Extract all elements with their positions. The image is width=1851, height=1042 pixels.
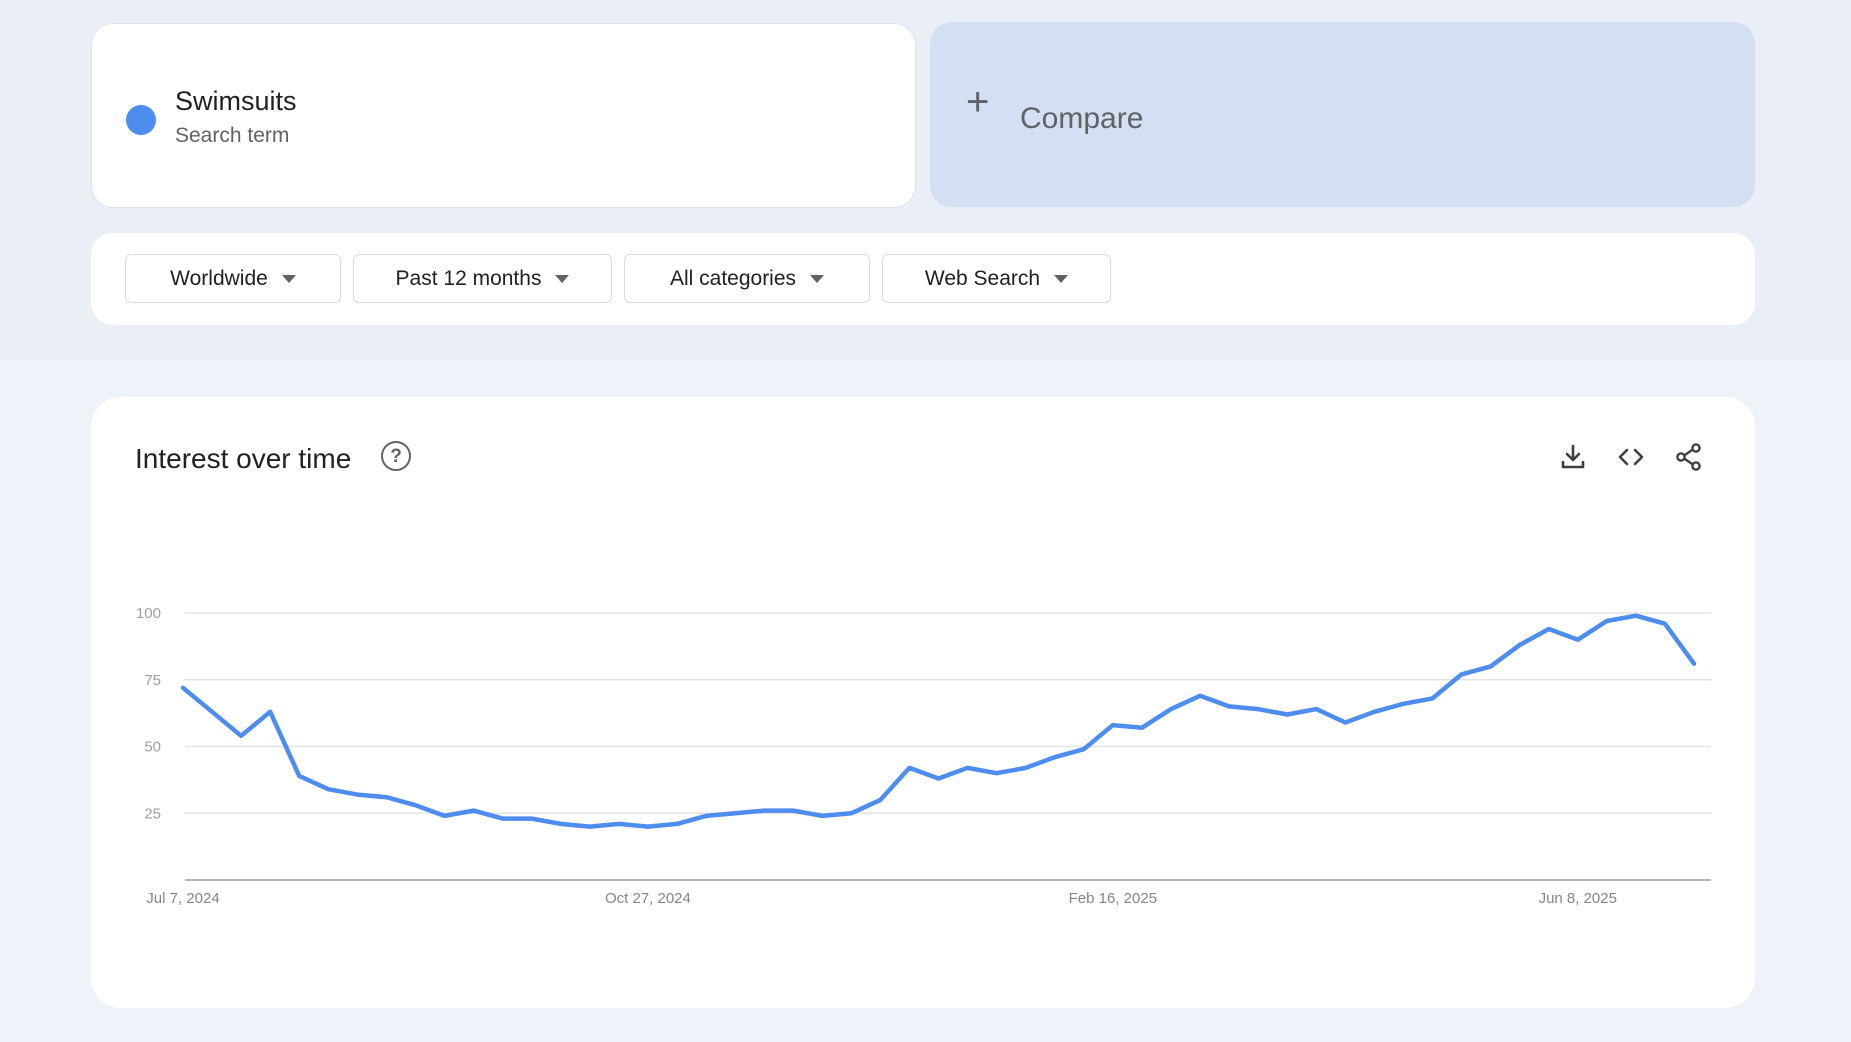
interest-line-chart: 25 50 75 100 Jul 7, 2024 Oct 27, 2024 Feb 16, … bbox=[136, 605, 1711, 907]
x-tick-label: Oct 27, 2024 bbox=[605, 890, 691, 907]
time-range-dropdown[interactable]: Past 12 months bbox=[353, 254, 612, 303]
time-range-dropdown-label: Past 12 months bbox=[395, 266, 542, 290]
caret-down-icon bbox=[810, 274, 825, 283]
y-tick-label: 50 bbox=[144, 739, 161, 756]
compare-label: Compare bbox=[1020, 102, 1144, 135]
series-color-dot bbox=[126, 105, 156, 135]
series-line-swimsuits bbox=[180, 613, 1697, 829]
caret-down-icon bbox=[1054, 274, 1069, 283]
y-tick-label: 100 bbox=[136, 605, 161, 622]
x-tick-label: Jul 7, 2024 bbox=[146, 890, 219, 907]
search-type-dropdown[interactable]: Web Search bbox=[882, 254, 1111, 303]
plus-icon: + bbox=[966, 80, 990, 124]
category-dropdown[interactable]: All categories bbox=[624, 254, 870, 303]
y-tick-label: 25 bbox=[144, 805, 161, 822]
search-term-type: Search term bbox=[175, 124, 290, 147]
x-tick-label: Jun 8, 2025 bbox=[1539, 890, 1617, 907]
search-term-card[interactable]: Swimsuits Search term bbox=[91, 23, 916, 208]
caret-down-icon bbox=[281, 274, 296, 283]
category-dropdown-label: All categories bbox=[669, 266, 797, 290]
filter-bar: Worldwide Past 12 months All categories … bbox=[91, 233, 1755, 325]
x-tick-label: Feb 16, 2025 bbox=[1069, 890, 1157, 907]
region-dropdown-label: Worldwide bbox=[170, 266, 268, 290]
region-dropdown[interactable]: Worldwide bbox=[125, 254, 341, 303]
y-tick-label: 75 bbox=[144, 672, 161, 689]
search-type-dropdown-label: Web Search bbox=[924, 266, 1041, 290]
search-term-name: Swimsuits bbox=[175, 86, 297, 116]
caret-down-icon bbox=[555, 274, 570, 283]
interest-over-time-card: Interest over time ? 25 50 75 100 Jul 7, 202… bbox=[91, 397, 1755, 1008]
compare-button[interactable]: + Compare bbox=[930, 22, 1755, 207]
